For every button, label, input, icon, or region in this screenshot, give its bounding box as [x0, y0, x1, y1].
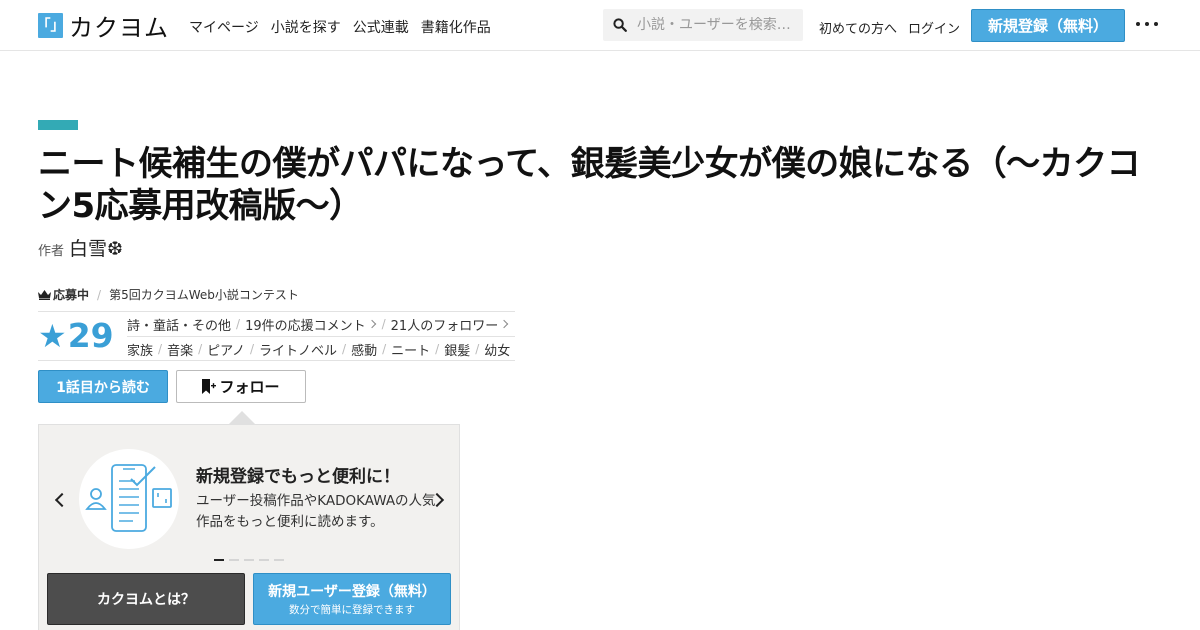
promo-description: ユーザー投稿作品やKADOKAWAの人気作品をもっと便利に読めます。 [196, 493, 436, 530]
author-label: 作者 [38, 244, 65, 259]
work-meta: 詩・童話・その他 / 19件の応援コメント / 21人のフォロワー [127, 312, 515, 337]
signup-button-sublabel: 数分で簡単に登録できます [289, 604, 415, 616]
promo-illustration [79, 449, 179, 549]
nav-official-series[interactable]: 公式連載 [353, 17, 409, 37]
contest-status-badge: 応募中 [53, 288, 90, 302]
promo-pointer [229, 411, 255, 424]
carousel-dot[interactable] [229, 559, 239, 561]
tag-link[interactable]: ニート [391, 340, 430, 359]
nav-search-novels[interactable]: 小説を探す [271, 17, 341, 37]
genre-link[interactable]: 詩・童話・その他 [127, 315, 231, 334]
follow-label: フォロー [219, 378, 280, 396]
login-link[interactable]: ログイン [908, 18, 960, 37]
search-input[interactable] [637, 17, 797, 33]
search-box [603, 9, 803, 41]
tag-list: 家族 / 音楽 / ピアノ / ライトノベル / 感動 / ニート / 銀髪 / 幼女 [127, 337, 510, 361]
tag-link[interactable]: 家族 [127, 340, 153, 359]
author-name[interactable]: 白雪❆ [69, 234, 123, 261]
nav-published-works[interactable]: 書籍化作品 [421, 17, 491, 37]
follow-button[interactable]: フォロー [176, 370, 306, 403]
carousel-indicator [214, 559, 289, 561]
beginner-guide-link[interactable]: 初めての方へ [819, 18, 897, 37]
more-menu-icon[interactable] [1136, 17, 1158, 31]
read-first-episode-button[interactable]: 1話目から読む [38, 370, 168, 403]
new-user-signup-button[interactable]: 新規ユーザー登録（無料） 数分で簡単に登録できます [253, 573, 451, 625]
tag-link[interactable]: 感動 [351, 340, 377, 359]
author-row: 作者 白雪❆ [38, 234, 123, 261]
crown-icon [38, 289, 51, 300]
main-nav: マイページ 小説を探す 公式連載 書籍化作品 [189, 17, 503, 37]
site-logo[interactable]: 「」 カクヨム [37, 12, 169, 42]
about-kakuyomu-button[interactable]: カクヨムとは？ [47, 573, 245, 625]
comments-link[interactable]: 19件の応援コメント [245, 315, 366, 334]
bookmark-plus-icon [202, 378, 217, 394]
register-button[interactable]: 新規登録（無料） [971, 9, 1125, 42]
tag-link[interactable]: 音楽 [167, 340, 193, 359]
nav-mypage[interactable]: マイページ [189, 17, 259, 37]
carousel-dot[interactable] [244, 559, 254, 561]
signup-promo-carousel: 新規登録でもっと便利に！ ユーザー投稿作品やKADOKAWAの人気作品をもっと便… [38, 424, 460, 630]
followers-link[interactable]: 21人のフォロワー [391, 315, 499, 334]
title-accent-bar [38, 120, 78, 130]
carousel-prev-icon[interactable] [54, 492, 70, 508]
promo-heading: 新規登録でもっと便利に！ [196, 467, 400, 487]
contest-row: 応募中 / 第5回カクヨムWeb小説コンテスト [38, 286, 299, 303]
tag-link[interactable]: ピアノ [207, 340, 245, 359]
signup-button-label: 新規ユーザー登録（無料） [268, 584, 436, 600]
logo-mark: 「」 [37, 12, 65, 38]
carousel-dot[interactable] [259, 559, 269, 561]
smartphone-user-icon [85, 464, 172, 532]
star-score[interactable]: ★ 29 [38, 316, 114, 355]
chevron-right-icon [499, 319, 509, 329]
site-header: 「」 カクヨム マイページ 小説を探す 公式連載 書籍化作品 初めての方へ ログ… [0, 0, 1200, 51]
work-title[interactable]: ニート候補生の僕がパパになって、銀髪美少女が僕の娘になる（～カクコン5応募用改稿… [38, 143, 1158, 227]
carousel-dot[interactable] [214, 559, 224, 561]
search-icon[interactable] [603, 18, 637, 32]
tag-link[interactable]: ライトノベル [259, 340, 337, 359]
star-count: 29 [67, 316, 114, 355]
chevron-right-icon [367, 319, 376, 329]
work-stats: ★ 29 詩・童話・その他 / 19件の応援コメント / 21人のフォロワー 家… [38, 311, 515, 361]
contest-name-link[interactable]: 第5回カクヨムWeb小説コンテスト [109, 286, 299, 303]
carousel-dot[interactable] [274, 559, 284, 561]
star-icon: ★ [38, 317, 67, 355]
logo-text: カクヨム [69, 13, 169, 42]
tag-link[interactable]: 銀髪 [444, 340, 470, 359]
tag-link[interactable]: 幼女 [484, 340, 510, 359]
